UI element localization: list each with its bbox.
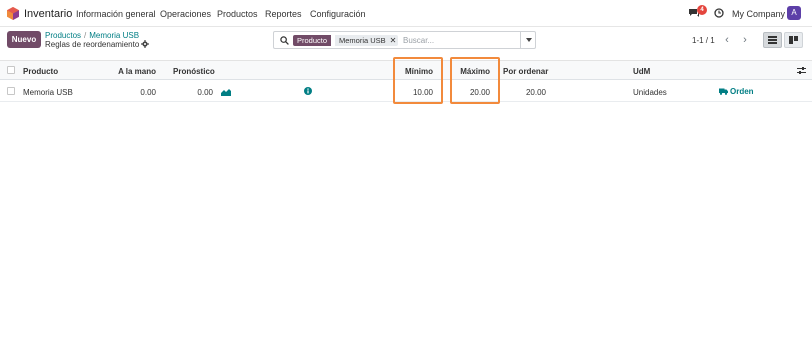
list-view-button[interactable]	[763, 32, 782, 48]
remove-facet-icon[interactable]: ✕	[388, 35, 398, 46]
search-facet-value: Memoria USB	[335, 35, 390, 46]
kanban-view-button[interactable]	[784, 32, 803, 48]
cell-producto[interactable]: Memoria USB	[23, 88, 73, 97]
breadcrumb-separator: /	[84, 31, 87, 40]
row-checkbox[interactable]	[7, 87, 15, 95]
chat-badge: 4	[697, 5, 707, 15]
pager-next-button[interactable]: ›	[737, 33, 753, 47]
activity-clock-icon[interactable]	[714, 8, 724, 18]
page-title: Reglas de reordenamiento	[45, 40, 140, 49]
search-icon	[280, 36, 289, 45]
maximo-highlight	[450, 57, 500, 104]
menu-informacion-general[interactable]: Información general	[76, 9, 156, 19]
breadcrumb: Productos / Memoria USB	[45, 31, 139, 40]
menu-productos[interactable]: Productos	[217, 9, 258, 19]
search-options-toggle[interactable]	[520, 32, 536, 48]
new-button[interactable]: Nuevo	[7, 31, 41, 48]
cell-udm: Unidades	[633, 88, 667, 97]
breadcrumb-memoria-usb[interactable]: Memoria USB	[89, 31, 139, 40]
column-por-ordenar[interactable]: Por ordenar	[503, 67, 548, 76]
inventory-app-icon[interactable]	[7, 7, 19, 20]
app-name[interactable]: Inventario	[24, 8, 72, 20]
company-switcher[interactable]: My Company	[732, 9, 785, 19]
pager-previous-button[interactable]: ‹	[719, 33, 735, 47]
order-label: Orden	[730, 87, 754, 96]
info-icon[interactable]	[304, 87, 312, 95]
gear-icon[interactable]	[141, 40, 149, 48]
column-a-la-mano[interactable]: A la mano	[106, 67, 156, 76]
optional-columns-icon[interactable]	[797, 66, 806, 75]
forecast-chart-icon[interactable]	[221, 88, 231, 96]
search-input[interactable]	[403, 35, 513, 46]
minimo-highlight	[393, 57, 443, 104]
breadcrumb-productos[interactable]: Productos	[45, 31, 81, 40]
user-avatar[interactable]: A	[787, 6, 801, 20]
column-producto[interactable]: Producto	[23, 67, 58, 76]
column-udm[interactable]: UdM	[633, 67, 650, 76]
truck-icon	[719, 88, 728, 95]
menu-reportes[interactable]: Reportes	[265, 9, 302, 19]
cell-a-la-mano: 0.00	[140, 88, 156, 97]
kanban-icon	[789, 36, 798, 44]
top-navbar: Inventario Información general Operacion…	[0, 0, 812, 27]
caret-down-icon	[526, 38, 532, 42]
menu-operaciones[interactable]: Operaciones	[160, 9, 211, 19]
list-icon	[768, 36, 777, 44]
cell-por-ordenar: 20.00	[525, 88, 546, 97]
search-facet-label: Producto	[293, 35, 332, 46]
menu-configuracion[interactable]: Configuración	[310, 9, 366, 19]
select-all-checkbox[interactable]	[7, 66, 15, 74]
cell-pronostico: 0.00	[197, 88, 213, 97]
pager-value[interactable]: 1-1 / 1	[692, 36, 715, 45]
column-pronostico[interactable]: Pronóstico	[173, 67, 215, 76]
search-bar[interactable]: Producto Memoria USB ✕	[273, 31, 536, 49]
